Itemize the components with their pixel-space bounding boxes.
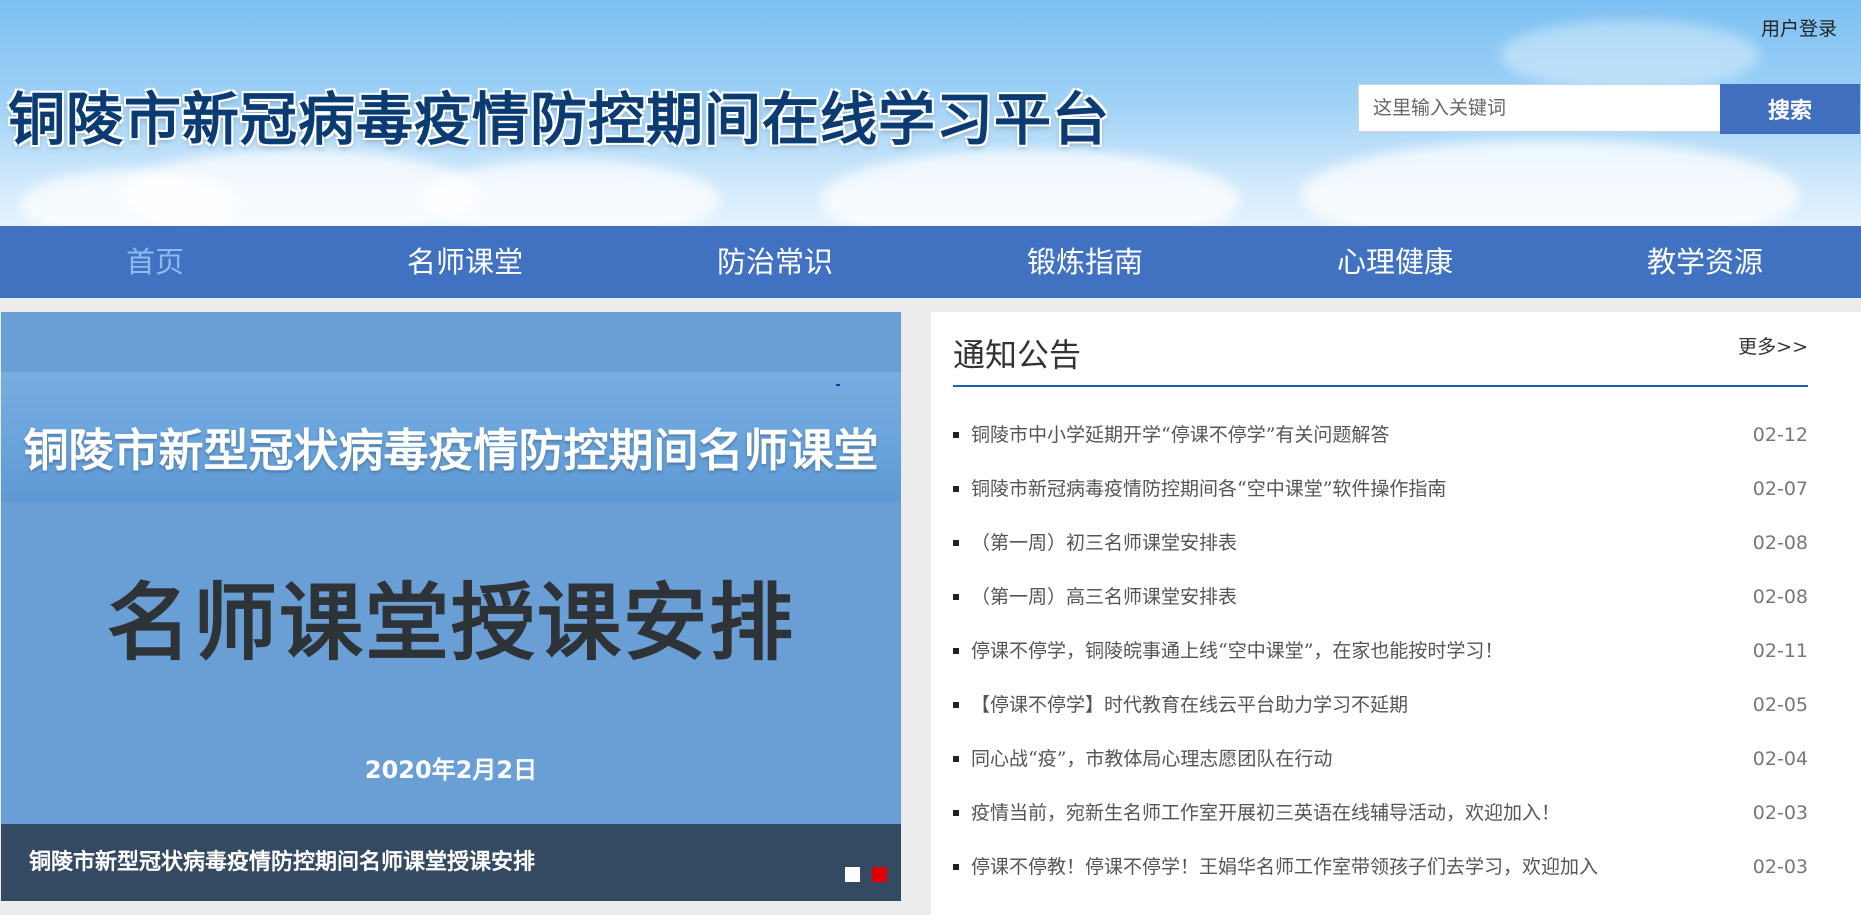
notice-item-title[interactable]: 停课不停学，铜陵皖事通上线“空中课堂”，在家也能按时学习！ — [971, 624, 1503, 678]
bullet-icon — [953, 864, 959, 870]
notice-panel: 通知公告 更多>> 铜陵市中小学延期开学“停课不停学”有关问题解答 02-12 … — [931, 312, 1861, 915]
slide-indicator-2[interactable] — [872, 867, 887, 882]
main-nav: 首页 名师课堂 防治常识 锻炼指南 心理健康 教学资源 — [0, 226, 1861, 298]
notice-item-title[interactable]: 同心战“疫”，市教体局心理志愿团队在行动 — [971, 732, 1332, 786]
site-header: 铜陵市新冠病毒疫情防控期间在线学习平台 用户登录 搜索 — [0, 0, 1861, 226]
notice-item-date: 02-08 — [1752, 586, 1808, 608]
bullet-icon — [953, 594, 959, 600]
search-input[interactable] — [1358, 84, 1720, 132]
user-login-link[interactable]: 用户登录 — [1761, 14, 1837, 41]
banner-heading: 铜陵市新型冠状病毒疫情防控期间名师课堂 — [23, 424, 879, 477]
nav-item-teaching-resources[interactable]: 教学资源 — [1550, 226, 1860, 298]
notice-title: 通知公告 — [953, 336, 1082, 374]
notice-header: 通知公告 更多>> — [953, 312, 1808, 387]
notice-item-date: 02-07 — [1752, 478, 1808, 500]
bullet-icon — [953, 486, 959, 492]
notice-item-title[interactable]: 【停课不停学】时代教育在线云平台助力学习不延期 — [971, 678, 1408, 732]
header-cloud — [820, 150, 1240, 226]
header-cloud — [420, 160, 720, 226]
notice-item[interactable]: （第一周）高三名师课堂安排表 02-08 — [953, 570, 1808, 624]
notice-item[interactable]: 停课不停教！停课不停学！王娟华名师工作室带领孩子们去学习，欢迎加入 02-03 — [953, 840, 1808, 894]
notice-item-title[interactable]: （第一周）高三名师课堂安排表 — [971, 570, 1237, 624]
notice-item[interactable]: （第一周）初三名师课堂安排表 02-08 — [953, 516, 1808, 570]
site-title: 铜陵市新冠病毒疫情防控期间在线学习平台 — [8, 87, 1110, 153]
notice-item[interactable]: 【停课不停学】时代教育在线云平台助力学习不延期 02-05 — [953, 678, 1808, 732]
notice-item-title[interactable]: 停课不停教！停课不停学！王娟华名师工作室带领孩子们去学习，欢迎加入 — [971, 840, 1598, 894]
banner-date: 2020年2月2日 — [364, 756, 538, 784]
bullet-icon — [953, 756, 959, 762]
nav-item-exercise-guide[interactable]: 锻炼指南 — [930, 226, 1240, 298]
notice-item-date: 02-12 — [1752, 424, 1808, 446]
slide-indicator-1[interactable] — [845, 867, 860, 882]
notice-item[interactable]: 铜陵市中小学延期开学“停课不停学”有关问题解答 02-12 — [953, 408, 1808, 462]
notice-item-date: 02-04 — [1752, 748, 1808, 770]
nav-item-mental-health[interactable]: 心理健康 — [1240, 226, 1550, 298]
bullet-icon — [953, 702, 959, 708]
notice-item[interactable]: 停课不停学，铜陵皖事通上线“空中课堂”，在家也能按时学习！ 02-11 — [953, 624, 1808, 678]
banner-main-text: 名师课堂授课安排 — [106, 574, 795, 672]
banner-artifact-dot — [836, 384, 840, 386]
notice-item-title[interactable]: 铜陵市新冠病毒疫情防控期间各“空中课堂”软件操作指南 — [971, 462, 1446, 516]
search-button[interactable]: 搜索 — [1720, 84, 1860, 134]
notice-item-date: 02-05 — [1752, 694, 1808, 716]
notice-item[interactable]: 同心战“疫”，市教体局心理志愿团队在行动 02-04 — [953, 732, 1808, 786]
banner-caption[interactable]: 铜陵市新型冠状病毒疫情防控期间名师课堂授课安排 — [29, 824, 535, 901]
main-content: 铜陵市新型冠状病毒疫情防控期间名师课堂 名师课堂授课安排 2020年2月2日 铜… — [0, 298, 1861, 915]
notice-item[interactable]: 疫情当前，宛新生名师工作室开展初三英语在线辅导活动，欢迎加入！ 02-03 — [953, 786, 1808, 840]
nav-item-prevention-knowledge[interactable]: 防治常识 — [620, 226, 930, 298]
bullet-icon — [953, 648, 959, 654]
header-cloud — [1500, 20, 1760, 90]
notice-item-date: 02-11 — [1752, 640, 1808, 662]
bullet-icon — [953, 540, 959, 546]
notice-item-title[interactable]: （第一周）初三名师课堂安排表 — [971, 516, 1237, 570]
notice-item-date: 02-03 — [1752, 856, 1808, 878]
bullet-icon — [953, 810, 959, 816]
notice-item-title[interactable]: 疫情当前，宛新生名师工作室开展初三英语在线辅导活动，欢迎加入！ — [971, 786, 1560, 840]
nav-item-home[interactable]: 首页 — [0, 226, 310, 298]
notice-item-date: 02-03 — [1752, 802, 1808, 824]
notice-list: 铜陵市中小学延期开学“停课不停学”有关问题解答 02-12 铜陵市新冠病毒疫情防… — [953, 408, 1808, 894]
banner-caption-bar: 铜陵市新型冠状病毒疫情防控期间名师课堂授课安排 — [1, 824, 901, 901]
bullet-icon — [953, 432, 959, 438]
notice-item[interactable]: 铜陵市新冠病毒疫情防控期间各“空中课堂”软件操作指南 02-07 — [953, 462, 1808, 516]
notice-item-date: 02-08 — [1752, 532, 1808, 554]
search-box: 搜索 — [1358, 84, 1860, 134]
header-cloud — [1300, 140, 1800, 226]
nav-item-famous-teacher-classroom[interactable]: 名师课堂 — [310, 226, 620, 298]
notice-item-title[interactable]: 铜陵市中小学延期开学“停课不停学”有关问题解答 — [971, 408, 1389, 462]
notice-more-link[interactable]: 更多>> — [1738, 332, 1808, 359]
banner-slideshow[interactable]: 铜陵市新型冠状病毒疫情防控期间名师课堂 名师课堂授课安排 2020年2月2日 铜… — [1, 312, 901, 901]
